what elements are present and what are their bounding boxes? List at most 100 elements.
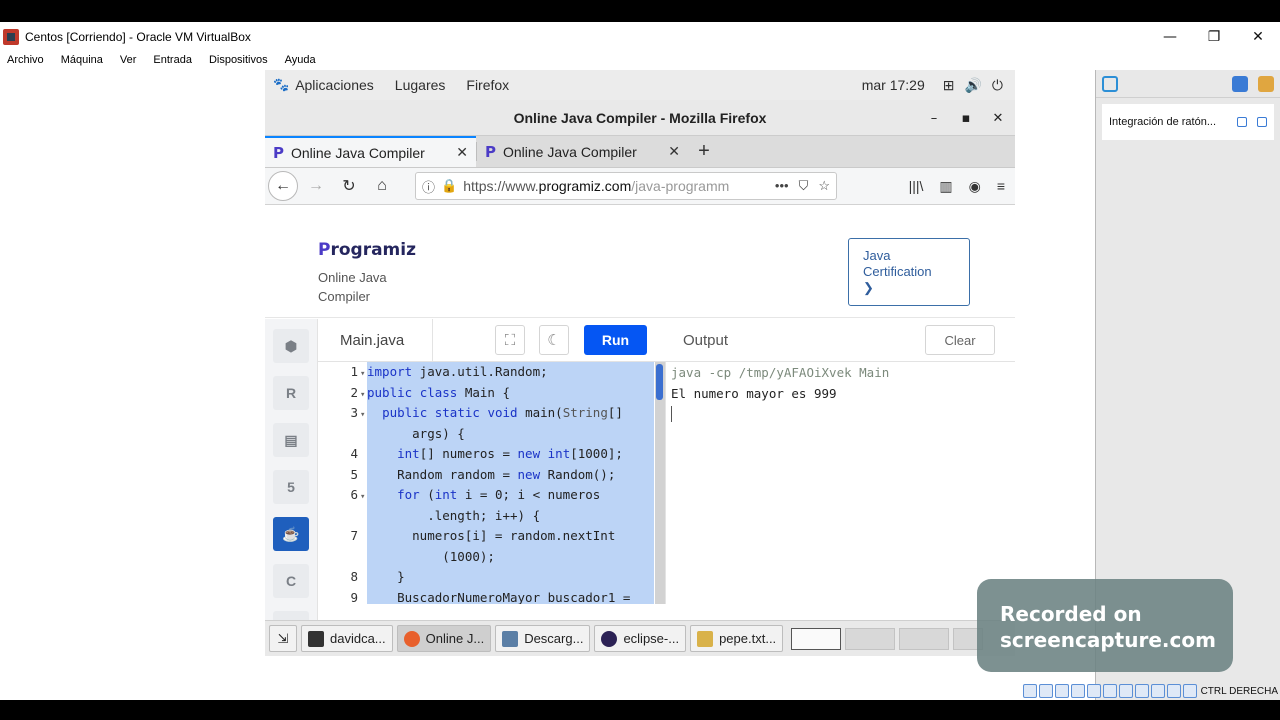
reload-button[interactable]: ↻ <box>334 171 364 201</box>
collapse-icon[interactable] <box>1232 75 1248 92</box>
screencapture-watermark: Recorded on screencapture.com <box>977 579 1233 672</box>
programiz-logo[interactable]: Programiz <box>318 240 416 260</box>
mouse-integration-icon[interactable] <box>1166 684 1181 698</box>
bookmark-star-icon[interactable]: ☆ <box>818 178 830 194</box>
output-command: java -cp /tmp/yAFAOiXvek Main <box>671 365 890 380</box>
library-icon[interactable]: |||\ <box>909 178 924 195</box>
applications-menu[interactable]: 🐾 Aplicaciones <box>273 77 374 93</box>
pocket-icon[interactable]: ⛉ <box>799 178 809 194</box>
display-icon[interactable] <box>1118 684 1133 698</box>
taskbar-label: Descarg... <box>524 631 584 646</box>
ff-close-button[interactable]: ✕ <box>989 111 1007 126</box>
taskbar-item-eclipse[interactable]: eclipse-... <box>594 625 687 652</box>
fold-arrow-icon[interactable]: ▾ <box>360 492 365 502</box>
show-desktop-button[interactable]: ⇲ <box>269 625 297 652</box>
code-line: 8 } <box>318 567 404 588</box>
forward-button[interactable]: → <box>301 171 331 201</box>
url-bar[interactable]: ⓘ 🔒 https://www.programiz.com/java-progr… <box>415 172 837 200</box>
volume-icon[interactable]: 🔊 <box>964 77 981 94</box>
video-capture-icon[interactable] <box>1134 684 1149 698</box>
taskbar-item-file-manager[interactable]: Descarg... <box>495 625 591 652</box>
tab-online-java-compiler-2[interactable]: P Online Java Compiler ✕ <box>477 136 688 167</box>
taskbar-item-text-editor[interactable]: pepe.txt... <box>690 625 784 652</box>
keyboard-capture-icon[interactable] <box>1182 684 1197 698</box>
tab-close-icon[interactable]: ✕ <box>668 143 680 160</box>
back-button[interactable]: ← <box>268 171 298 201</box>
clear-button[interactable]: Clear <box>925 325 995 355</box>
audio-icon[interactable] <box>1054 684 1069 698</box>
code-text: import java.util.Random; <box>367 364 548 379</box>
minimize-button[interactable]: — <box>1148 22 1192 52</box>
shared-folders-icon[interactable] <box>1102 684 1117 698</box>
gnome-foot-icon: 🐾 <box>273 77 290 92</box>
compiler-workspace: ⬢ R ▤ 5 ☕ C Main.java ⛶ ☾ Run Output Cle… <box>265 318 1015 656</box>
tab-online-java-compiler-1[interactable]: P Online Java Compiler ✕ <box>265 136 476 167</box>
taskbar-item-terminal[interactable]: davidca... <box>301 625 393 652</box>
fold-arrow-icon[interactable]: ▾ <box>360 390 365 400</box>
menu-ver[interactable]: Ver <box>120 54 137 66</box>
taskbar-item-firefox[interactable]: Online J... <box>396 625 492 652</box>
text-editor-icon <box>697 630 714 647</box>
html5-icon[interactable]: 5 <box>273 470 309 504</box>
cpu-icon[interactable] <box>1150 684 1165 698</box>
web-page: Programiz Online Java Compiler Java Cert… <box>265 224 1015 656</box>
new-tab-button[interactable]: + <box>688 136 720 167</box>
page-actions-icon[interactable]: ••• <box>775 178 789 194</box>
network-icon[interactable]: ⊞ <box>943 77 955 94</box>
hard-disk-icon[interactable] <box>1022 684 1037 698</box>
tab-close-icon[interactable]: ✕ <box>456 144 468 161</box>
code-editor[interactable]: 1 ▾ import java.util.Random; 2 ▾ public class… <box>318 362 665 604</box>
run-button[interactable]: Run <box>584 325 647 355</box>
dismiss-icon[interactable] <box>1257 117 1267 127</box>
fullscreen-icon[interactable]: ⛶ <box>495 325 525 355</box>
code-text: int[] numeros = new int[1000]; <box>397 446 623 461</box>
output-console[interactable]: java -cp /tmp/yAFAOiXvek Main El numero … <box>665 362 1015 604</box>
info-icon[interactable]: ⓘ <box>422 177 435 196</box>
line-number: 9 <box>350 589 358 605</box>
workspace-1[interactable] <box>791 627 842 650</box>
menu-archivo[interactable]: Archivo <box>7 54 44 66</box>
sidebar-icon[interactable]: ▥ <box>939 178 952 195</box>
screen: Centos [Corriendo] - Oracle VM VirtualBo… <box>0 0 1280 720</box>
close-panel-icon[interactable] <box>1258 75 1274 92</box>
message-icon[interactable] <box>1102 75 1118 92</box>
workspace-3[interactable] <box>899 627 950 650</box>
toggle-icon[interactable] <box>1237 117 1247 127</box>
workspace-2[interactable] <box>845 627 896 650</box>
taskbar-label: pepe.txt... <box>719 631 777 646</box>
editor-scrollbar[interactable] <box>655 362 665 604</box>
menu-dispositivos[interactable]: Dispositivos <box>209 54 268 66</box>
network-adapter-icon[interactable] <box>1070 684 1085 698</box>
code-text: (1000); <box>367 548 495 564</box>
r-lang-icon[interactable]: R <box>273 376 309 410</box>
firefox-menu[interactable]: Firefox <box>466 77 509 93</box>
optical-drive-icon[interactable] <box>1038 684 1053 698</box>
menu-ayuda[interactable]: Ayuda <box>285 54 316 66</box>
java-certification-button[interactable]: Java Certification ❯ <box>848 238 970 306</box>
dark-mode-moon-icon[interactable]: ☾ <box>539 325 569 355</box>
places-menu[interactable]: Lugares <box>395 77 446 93</box>
power-icon[interactable]: ⏻ <box>992 77 1003 94</box>
home-button[interactable]: ⌂ <box>367 171 397 201</box>
editor-scroll-thumb[interactable] <box>656 364 663 400</box>
ff-minimize-button[interactable]: – <box>925 111 943 126</box>
close-button[interactable]: ✕ <box>1236 22 1280 52</box>
restore-button[interactable]: ❐ <box>1192 22 1236 52</box>
fold-arrow-icon[interactable]: ▾ <box>360 369 365 379</box>
menu-maquina[interactable]: Máquina <box>61 54 103 66</box>
file-tab-main-java[interactable]: Main.java <box>318 318 433 362</box>
usb-icon[interactable] <box>1086 684 1101 698</box>
fold-arrow-icon[interactable]: ▾ <box>360 410 365 420</box>
ff-maximize-button[interactable]: ▪ <box>957 111 975 126</box>
site-header: Programiz Online Java Compiler Java Cert… <box>265 224 1015 318</box>
python-icon[interactable]: ⬢ <box>273 329 309 363</box>
account-icon[interactable]: ◉ <box>969 178 981 195</box>
code-text: } <box>367 569 405 584</box>
c-lang-icon[interactable]: C <box>273 564 309 598</box>
sql-database-icon[interactable]: ▤ <box>273 423 309 457</box>
java-icon[interactable]: ☕ <box>273 517 309 551</box>
menu-entrada[interactable]: Entrada <box>153 54 192 66</box>
clock[interactable]: mar 17:29 <box>862 77 925 93</box>
cert-line-2: Certification <box>863 264 932 279</box>
hamburger-menu-icon[interactable]: ≡ <box>997 178 1005 195</box>
